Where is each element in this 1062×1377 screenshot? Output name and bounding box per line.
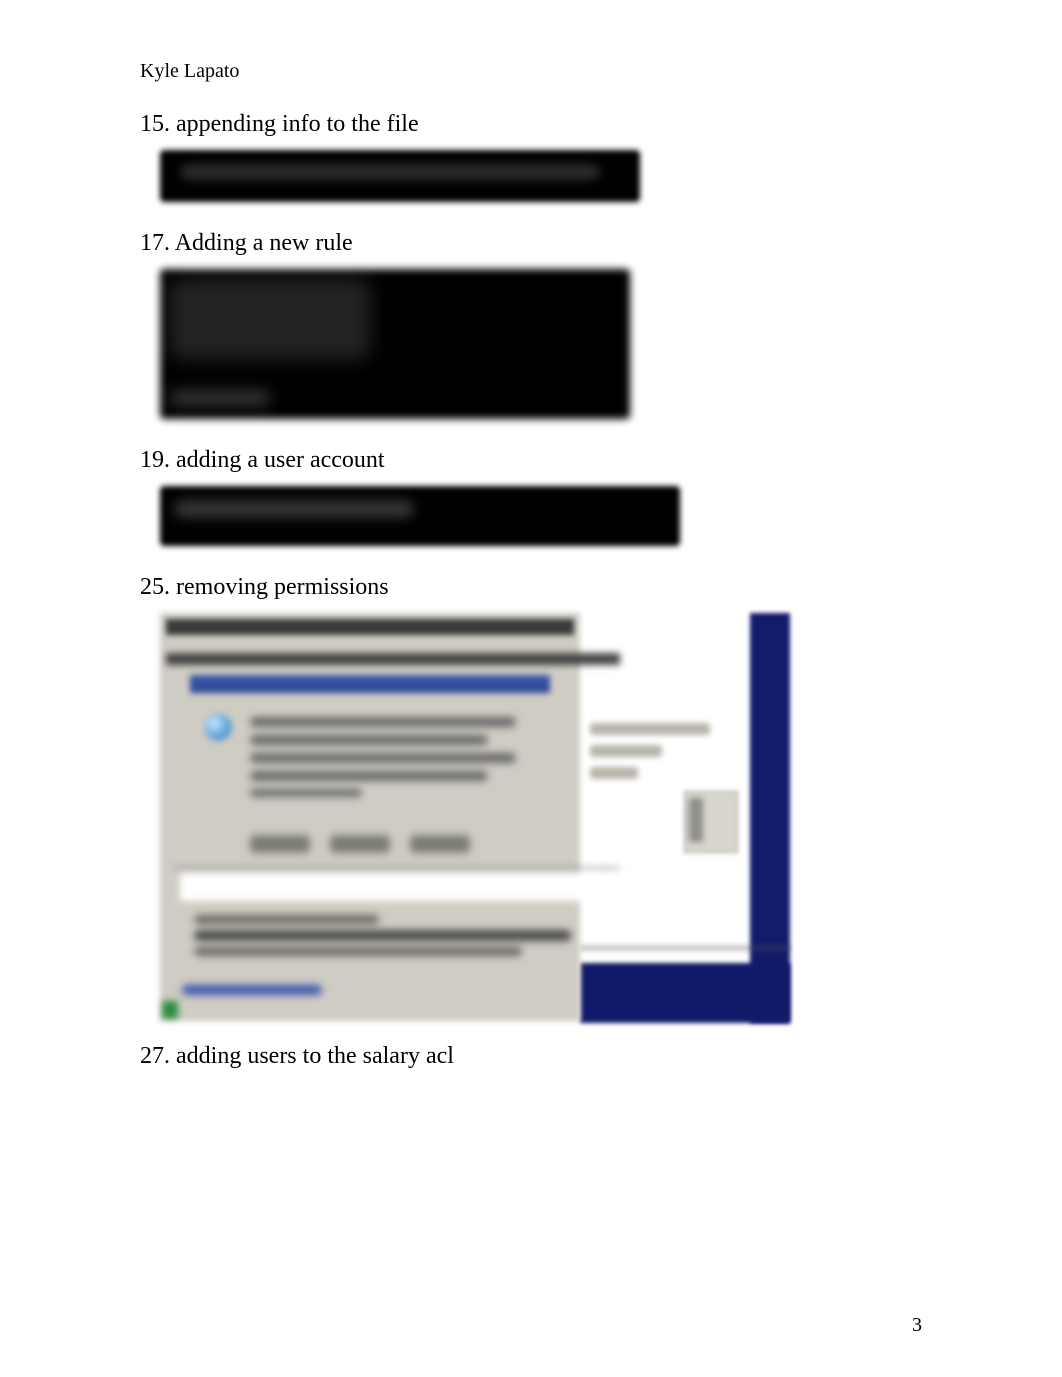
dialog-titlebar xyxy=(166,619,574,635)
screenshot-terminal-1 xyxy=(160,150,640,202)
item-19-number: 19. xyxy=(140,447,170,473)
start-button-icon xyxy=(162,1001,178,1019)
desktop-strip xyxy=(750,613,790,1023)
item-17-number: 17. xyxy=(140,230,170,256)
dialog-input-area xyxy=(180,873,600,901)
author-name: Kyle Lapato xyxy=(140,60,922,83)
taskbar-strip xyxy=(580,963,790,1023)
dialog-button-3 xyxy=(410,835,470,853)
item-17-text: Adding a new rule xyxy=(175,230,353,256)
item-25-number: 25. xyxy=(140,574,170,600)
item-17-heading: 17. Adding a new rule xyxy=(140,230,922,257)
dialog-accent-bar xyxy=(190,675,550,693)
item-27-number: 27. xyxy=(140,1043,170,1069)
dialog-link xyxy=(182,985,322,995)
page-number: 3 xyxy=(912,1314,922,1337)
item-27-text: adding users to the salary acl xyxy=(176,1043,454,1069)
dialog-lower-text xyxy=(194,909,604,962)
item-27-heading: 27. adding users to the salary acl xyxy=(140,1043,922,1070)
item-25-text: removing permissions xyxy=(176,574,389,600)
item-25-heading: 25. removing permissions xyxy=(140,574,922,601)
side-list xyxy=(590,713,710,789)
item-19-text: adding a user account xyxy=(176,447,385,473)
item-15-heading: 15. appending info to the file xyxy=(140,111,922,138)
dialog-body-text xyxy=(250,709,530,805)
dialog-button-2 xyxy=(330,835,390,853)
screenshot-terminal-3 xyxy=(160,486,680,546)
item-15-number: 15. xyxy=(140,111,170,137)
dialog-window xyxy=(160,613,580,1021)
item-15-text: appending info to the file xyxy=(176,111,419,137)
item-19-heading: 19. adding a user account xyxy=(140,447,922,474)
thumbnail-icon xyxy=(684,791,738,853)
screenshot-terminal-2 xyxy=(160,269,630,419)
shield-icon xyxy=(204,713,232,741)
screenshot-dialog xyxy=(160,613,790,1023)
dialog-buttons xyxy=(250,835,486,858)
dialog-button-1 xyxy=(250,835,310,853)
dialog-separator xyxy=(174,867,620,869)
dialog-subheader xyxy=(166,653,620,665)
